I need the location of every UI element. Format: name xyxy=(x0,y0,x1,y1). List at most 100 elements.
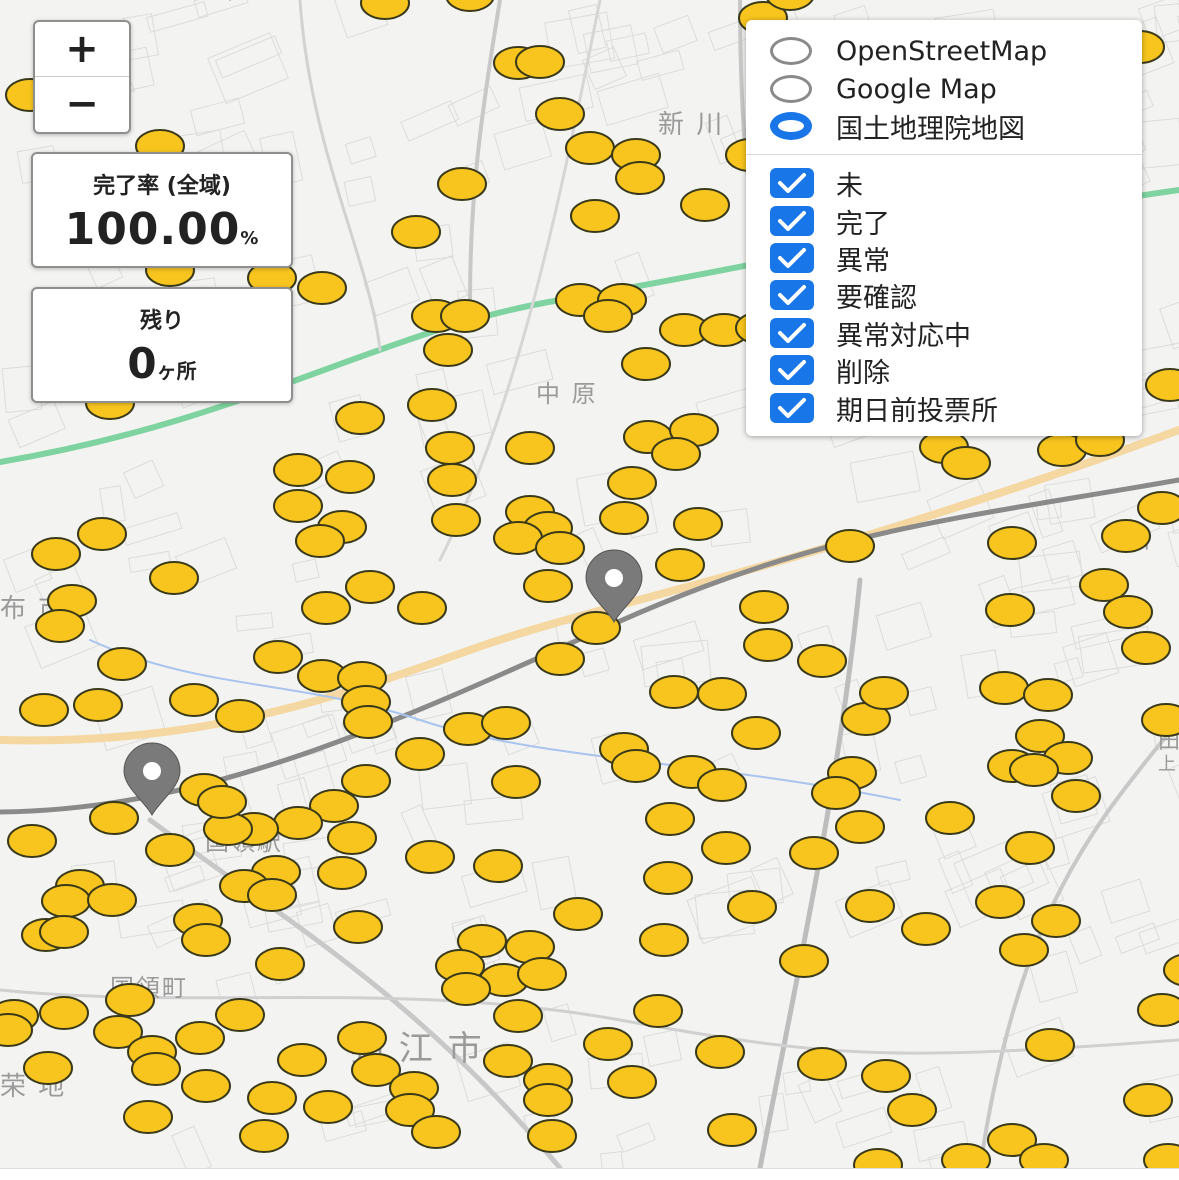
site-marker[interactable] xyxy=(247,1081,297,1115)
site-marker[interactable] xyxy=(301,591,351,625)
site-marker[interactable] xyxy=(239,1119,289,1153)
site-marker[interactable] xyxy=(1137,491,1179,525)
site-marker[interactable] xyxy=(645,802,695,836)
site-marker[interactable] xyxy=(583,299,633,333)
filter-option-complete[interactable]: 完了 xyxy=(770,204,890,240)
site-marker[interactable] xyxy=(395,737,445,771)
site-marker[interactable] xyxy=(505,431,555,465)
site-marker[interactable] xyxy=(523,569,573,603)
filter-option-deleted[interactable]: 削除 xyxy=(770,353,890,389)
radio-gsi-selected[interactable] xyxy=(770,112,812,140)
site-marker[interactable] xyxy=(77,517,127,551)
checkbox-deleted[interactable] xyxy=(770,355,814,385)
site-marker[interactable] xyxy=(493,999,543,1033)
site-marker[interactable] xyxy=(1121,631,1171,665)
site-marker[interactable] xyxy=(273,489,323,523)
site-marker[interactable] xyxy=(1141,703,1179,737)
site-marker[interactable] xyxy=(427,463,477,497)
site-marker[interactable] xyxy=(131,1052,181,1086)
site-marker[interactable] xyxy=(535,531,585,565)
site-marker[interactable] xyxy=(493,521,543,555)
site-marker[interactable] xyxy=(811,776,861,810)
site-marker[interactable] xyxy=(1101,519,1151,553)
site-marker[interactable] xyxy=(941,446,991,480)
site-marker[interactable] xyxy=(517,957,567,991)
site-marker[interactable] xyxy=(985,593,1035,627)
site-marker[interactable] xyxy=(277,1043,327,1077)
site-marker[interactable] xyxy=(425,431,475,465)
site-marker[interactable] xyxy=(925,801,975,835)
site-marker[interactable] xyxy=(405,840,455,874)
site-marker[interactable] xyxy=(35,609,85,643)
site-marker[interactable] xyxy=(87,883,137,917)
site-marker[interactable] xyxy=(169,683,219,717)
site-marker[interactable] xyxy=(1005,831,1055,865)
site-marker[interactable] xyxy=(481,706,531,740)
site-marker[interactable] xyxy=(607,1065,657,1099)
site-marker[interactable] xyxy=(743,628,793,662)
site-marker[interactable] xyxy=(335,401,385,435)
site-marker[interactable] xyxy=(695,1035,745,1069)
radio-google-map[interactable] xyxy=(770,75,812,103)
site-marker[interactable] xyxy=(611,749,661,783)
site-marker[interactable] xyxy=(673,507,723,541)
checkbox-unvisited[interactable] xyxy=(770,168,814,198)
site-marker[interactable] xyxy=(73,688,123,722)
site-marker[interactable] xyxy=(39,996,89,1030)
basemap-option-google-map[interactable]: Google Map xyxy=(770,72,997,106)
filter-option-abnormal[interactable]: 異常 xyxy=(770,241,890,277)
site-marker[interactable] xyxy=(197,785,247,819)
site-marker[interactable] xyxy=(397,591,447,625)
site-marker[interactable] xyxy=(441,972,491,1006)
site-marker[interactable] xyxy=(255,947,305,981)
site-marker[interactable] xyxy=(437,167,487,201)
site-marker[interactable] xyxy=(515,45,565,79)
site-marker[interactable] xyxy=(491,765,541,799)
site-marker[interactable] xyxy=(317,856,367,890)
basemap-option-openstreetmap[interactable]: OpenStreetMap xyxy=(770,34,1047,68)
site-marker[interactable] xyxy=(327,821,377,855)
site-marker[interactable] xyxy=(565,131,615,165)
site-marker[interactable] xyxy=(697,768,747,802)
site-marker[interactable] xyxy=(407,388,457,422)
site-marker[interactable] xyxy=(440,299,490,333)
site-marker[interactable] xyxy=(797,1047,847,1081)
checkbox-early-voting[interactable] xyxy=(770,393,814,423)
site-marker[interactable] xyxy=(41,884,91,918)
checkbox-needs-check[interactable] xyxy=(770,280,814,310)
site-marker[interactable] xyxy=(621,347,671,381)
site-marker[interactable] xyxy=(859,676,909,710)
site-marker[interactable] xyxy=(887,1093,937,1127)
site-marker[interactable] xyxy=(523,1083,573,1117)
site-marker[interactable] xyxy=(633,994,683,1028)
site-marker[interactable] xyxy=(979,671,1029,705)
site-marker[interactable] xyxy=(181,923,231,957)
site-marker[interactable] xyxy=(145,833,195,867)
site-marker[interactable] xyxy=(739,590,789,624)
site-marker[interactable] xyxy=(701,831,751,865)
filter-option-early-voting[interactable]: 期日前投票所 xyxy=(770,391,998,427)
site-marker[interactable] xyxy=(39,915,89,949)
site-marker[interactable] xyxy=(343,705,393,739)
site-marker[interactable] xyxy=(1137,993,1179,1027)
site-marker[interactable] xyxy=(341,764,391,798)
site-marker[interactable] xyxy=(999,933,1049,967)
site-marker[interactable] xyxy=(1031,904,1081,938)
site-marker[interactable] xyxy=(639,923,689,957)
site-marker[interactable] xyxy=(31,537,81,571)
basemap-option-gsi[interactable]: 国土地理院地図 xyxy=(770,109,1025,145)
site-marker[interactable] xyxy=(779,944,829,978)
site-marker[interactable] xyxy=(175,1021,225,1055)
site-marker[interactable] xyxy=(325,460,375,494)
site-marker[interactable] xyxy=(1023,678,1073,712)
site-marker[interactable] xyxy=(845,889,895,923)
zoom-out-button[interactable]: − xyxy=(35,76,129,131)
site-marker[interactable] xyxy=(345,570,395,604)
site-marker[interactable] xyxy=(697,677,747,711)
site-marker[interactable] xyxy=(789,836,839,870)
site-marker[interactable] xyxy=(527,1119,577,1153)
site-marker[interactable] xyxy=(727,890,777,924)
site-marker[interactable] xyxy=(423,333,473,367)
filter-option-handling[interactable]: 異常対応中 xyxy=(770,316,971,352)
radio-openstreetmap[interactable] xyxy=(770,37,812,65)
